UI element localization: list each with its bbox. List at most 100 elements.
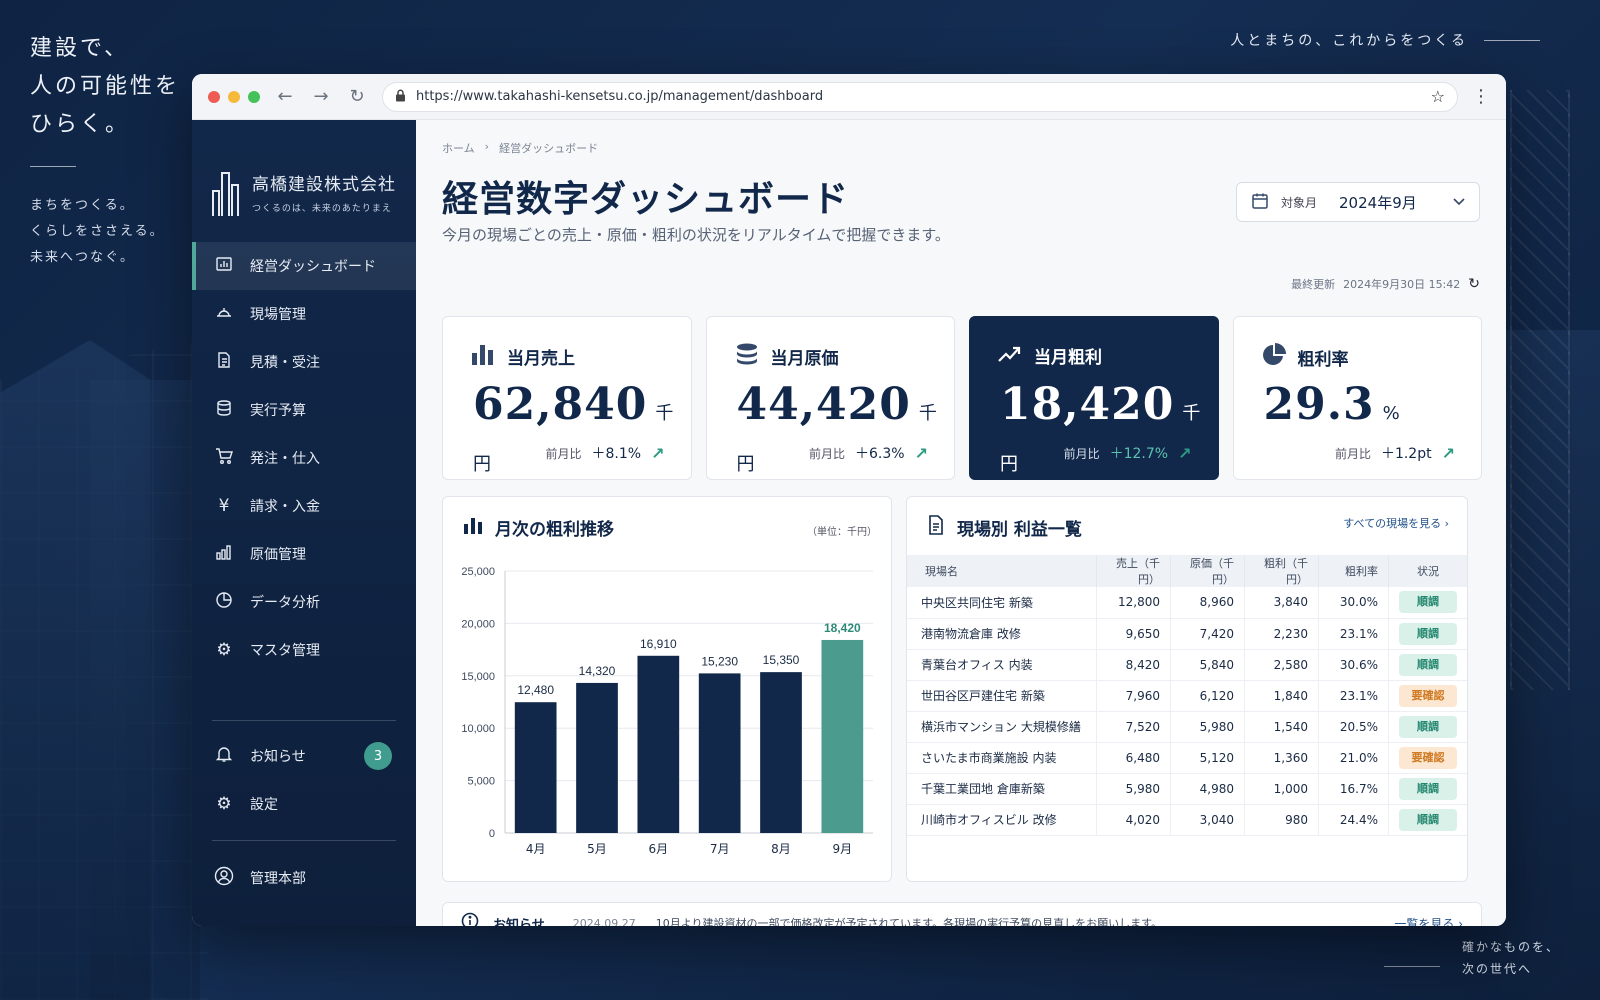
browser-menu-icon[interactable]: ⋮: [1472, 86, 1490, 107]
table-cell: 1,360: [1244, 742, 1319, 774]
monthly-profit-bar-chart: 0 5,000 10,000 15,000 20,000 25,000 12,480 4月 14…: [461, 566, 873, 856]
status-badge: 順調: [1399, 653, 1457, 676]
sidebar-item-purchasing[interactable]: 発注・仕入: [192, 434, 416, 482]
table-cell: 16.7%: [1318, 773, 1389, 805]
yen-icon: ¥: [218, 496, 230, 516]
table-row[interactable]: 横浜市マンション 大規模修繕 7,520 5,980 1,540 20.5% 順調: [907, 711, 1467, 743]
table-row[interactable]: 中央区共同住宅 新築 12,800 8,960 3,840 30.0% 順調: [907, 587, 1467, 619]
kpi-card-sales[interactable]: 当月売上 62,840 千円 前月比 ＋8.1% ↗: [442, 316, 692, 480]
site-profit-table: 現場名 売上（千円） 原価（千円） 粗利（千円） 粗利率 状況 中央区共同住宅 新築 12,…: [907, 555, 1467, 836]
sidebar-item-dashboard[interactable]: 経営ダッシュボード: [192, 242, 416, 290]
close-window-button[interactable]: [208, 90, 220, 103]
sidebar-item-label: 原価管理: [250, 547, 306, 563]
table-row[interactable]: さいたま市商業施設 内装 6,480 5,120 1,360 21.0% 要確認: [907, 742, 1467, 774]
user-menu[interactable]: 管理本部: [192, 854, 416, 902]
y-tick-label: 20,000: [461, 618, 495, 630]
hero-sub-line: くらしをささえる。: [30, 224, 165, 239]
forward-arrow-icon[interactable]: →: [310, 86, 332, 107]
table-row[interactable]: 千葉工業団地 倉庫新築 5,980 4,980 1,000 16.7% 順調: [907, 773, 1467, 805]
notice-list-link[interactable]: 一覧を見る ›: [1394, 915, 1463, 927]
address-bar[interactable]: https://www.takahashi-kensetsu.co.jp/man…: [382, 81, 1458, 112]
table-cell: 23.1%: [1318, 680, 1389, 712]
sidebar-item-label: 現場管理: [250, 307, 306, 323]
table-cell: 24.4%: [1318, 804, 1389, 836]
x-tick-label: 6月: [649, 842, 669, 856]
kpi-label: 当月原価: [770, 349, 839, 369]
data-label: 14,320: [579, 664, 616, 678]
link-label: すべての現場を見る: [1343, 517, 1442, 530]
table-cell: 12,800: [1096, 587, 1171, 619]
sidebar-item-master[interactable]: ⚙ マスタ管理: [192, 626, 416, 674]
chart-title: 月次の粗利推移: [495, 520, 614, 540]
hero-line: 建設で、: [30, 36, 130, 61]
background-building: [90, 380, 200, 1000]
sidebar-item-sites[interactable]: 現場管理: [192, 290, 416, 338]
table-cell: 6,120: [1170, 680, 1245, 712]
back-arrow-icon[interactable]: ←: [274, 86, 296, 107]
divider: [212, 720, 396, 721]
refresh-icon[interactable]: ↻: [1468, 276, 1480, 292]
period-select[interactable]: 対象月 2024年9月: [1236, 182, 1480, 222]
sidebar-item-notifications[interactable]: お知らせ 3: [192, 732, 416, 780]
gear-icon: ⚙: [216, 794, 232, 814]
y-tick-label: 10,000: [461, 723, 495, 735]
table-cell: 3,040: [1170, 804, 1245, 836]
kpi-card-cost[interactable]: 当月原価 44,420 千円 前月比 ＋6.3% ↗: [705, 316, 955, 480]
bookmark-star-icon[interactable]: ☆: [1431, 87, 1445, 106]
see-all-sites-link[interactable]: すべての現場を見る ›: [1343, 515, 1449, 531]
bar-chart-icon: [471, 343, 495, 370]
table-row[interactable]: 港南物流倉庫 改修 9,650 7,420 2,230 23.1% 順調: [907, 618, 1467, 650]
table-row[interactable]: 世田谷区戸建住宅 新築 7,960 6,120 1,840 23.1% 要確認: [907, 680, 1467, 712]
kpi-row: 当月売上 62,840 千円 前月比 ＋8.1% ↗ 当月原価 44,420 千…: [442, 316, 1482, 480]
reload-icon[interactable]: ↻: [346, 86, 368, 107]
notice-bar: お知らせ 2024.09.27 10月より建設資材の一部で価格改定が予定されてい…: [442, 902, 1482, 926]
sidebar-item-cost[interactable]: 原価管理: [192, 530, 416, 578]
sidebar-item-analytics[interactable]: データ分析: [192, 578, 416, 626]
card-title: 現場別 利益一覧: [927, 515, 1082, 540]
column-header: 原価（千円）: [1170, 555, 1245, 587]
divider: [1383, 966, 1440, 967]
sidebar-item-settings[interactable]: ⚙ 設定: [192, 780, 416, 828]
minimize-window-button[interactable]: [228, 90, 240, 103]
background-crane: [1510, 90, 1570, 690]
status-badge: 順調: [1399, 715, 1457, 738]
brand[interactable]: 高橋建設株式会社 つくるのは、未来のあたりまえ: [192, 120, 416, 232]
breadcrumb-home[interactable]: ホーム: [442, 140, 475, 156]
kpi-header: 当月原価: [735, 343, 839, 370]
sidebar-item-budget[interactable]: 実行予算: [192, 386, 416, 434]
status-badge: 順調: [1399, 777, 1457, 800]
chevron-right-icon: ›: [1458, 916, 1463, 927]
x-tick-label: 4月: [526, 842, 546, 856]
kpi-label: 当月粗利: [1034, 348, 1102, 368]
column-header: 売上（千円）: [1096, 555, 1171, 587]
pie-chart-icon: [214, 591, 234, 614]
table-cell: 8,420: [1096, 649, 1171, 681]
document-icon: [927, 515, 945, 540]
notification-count-badge: 3: [364, 742, 392, 770]
bar: [576, 682, 618, 833]
table-row[interactable]: 青葉台オフィス 内装 8,420 5,840 2,580 30.6% 順調: [907, 649, 1467, 681]
main-content: ホーム › 経営ダッシュボード 経営数字ダッシュボード 今月の現場ごとの売上・原…: [416, 120, 1506, 926]
database-icon: [214, 399, 234, 422]
kpi-number: 29.3: [1263, 379, 1375, 430]
maximize-window-button[interactable]: [248, 90, 260, 103]
table-cell: 7,520: [1096, 711, 1171, 743]
kpi-number: 44,420: [736, 379, 911, 430]
sidebar-item-label: 発注・仕入: [250, 451, 320, 467]
sidebar-item-estimates[interactable]: 見積・受注: [192, 338, 416, 386]
hero-sub-line: まちをつくる。: [30, 198, 135, 213]
table-row[interactable]: 川崎市オフィスビル 改修 4,020 3,040 980 24.4% 順調: [907, 804, 1467, 836]
table-cell: 1,000: [1244, 773, 1319, 805]
kpi-card-gross-profit[interactable]: 当月粗利 18,420 千円 前月比 ＋12.7% ↗: [969, 316, 1219, 480]
table-cell: 要確認: [1388, 742, 1467, 774]
kpi-value: 29.3%: [1264, 379, 1401, 430]
table-cell: 青葉台オフィス 内装: [907, 649, 1097, 681]
monthly-profit-chart-card: 月次の粗利推移 （単位：千円） 0 5,000 10,000 15,000 20,000…: [442, 496, 892, 882]
arrow-up-right-icon: ↗: [914, 443, 928, 463]
cart-icon: [214, 447, 234, 470]
table-cell: 2,230: [1244, 618, 1319, 650]
kpi-header: 当月売上: [471, 343, 575, 370]
card-title: 月次の粗利推移: [463, 515, 614, 540]
kpi-card-margin[interactable]: 粗利率 29.3% 前月比 ＋1.2pt ↗: [1232, 316, 1482, 480]
sidebar-item-billing[interactable]: ¥ 請求・入金: [192, 482, 416, 530]
